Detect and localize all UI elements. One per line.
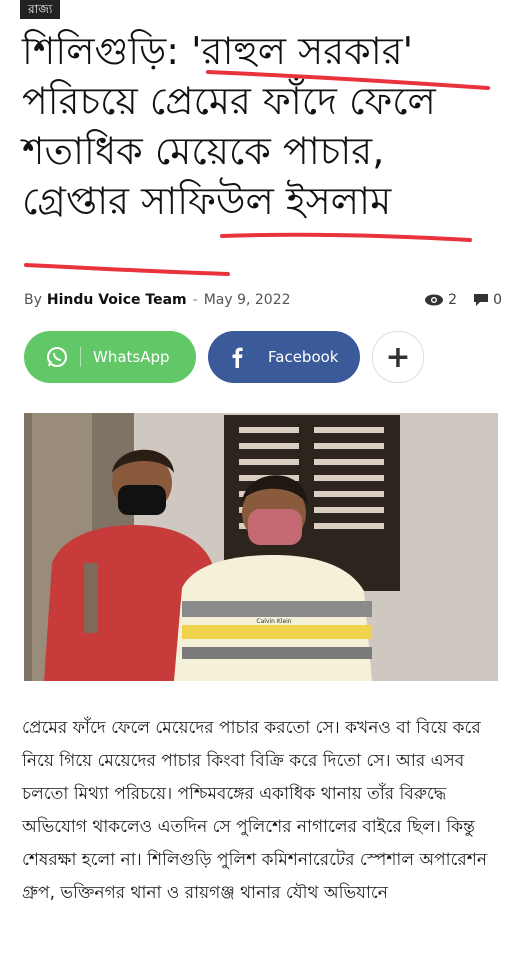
author-link[interactable]: Hindu Voice Team [47,292,187,308]
views-stat: 2 [424,292,457,308]
whatsapp-icon [46,346,68,368]
whatsapp-label: WhatsApp [93,348,170,366]
button-divider [80,347,81,367]
shirt-brand-text: Calvin Klein [256,618,291,625]
meta-separator: - [192,292,198,308]
views-count: 2 [448,292,458,308]
red-underline-annotations [24,70,490,276]
comments-stat[interactable]: 0 [473,292,502,308]
eye-icon [425,294,444,306]
publish-date: May 9, 2022 [203,292,291,308]
photo-illustration: Calvin Klein [24,413,498,681]
by-label: By [24,292,42,308]
underline-rahul-sarkar [206,70,490,90]
facebook-share-button[interactable]: Facebook [208,331,360,383]
underline-safiul [220,232,472,242]
comment-icon [474,294,489,306]
share-buttons: WhatsApp Facebook + [24,331,424,383]
article-photo: Calvin Klein [24,413,498,681]
facebook-label: Facebook [268,348,339,366]
underline-islam [24,263,230,276]
article-body: প্রেমের ফাঁদে ফেলে মেয়েদের পাচার করতো স… [22,718,487,903]
article-meta: By Hindu Voice Team - May 9, 2022 2 0 [24,288,502,312]
facebook-icon [230,346,244,368]
comments-count: 0 [493,292,502,308]
whatsapp-share-button[interactable]: WhatsApp [24,331,196,383]
article-stats: 2 0 [414,292,502,308]
more-share-button[interactable]: + [372,331,424,383]
